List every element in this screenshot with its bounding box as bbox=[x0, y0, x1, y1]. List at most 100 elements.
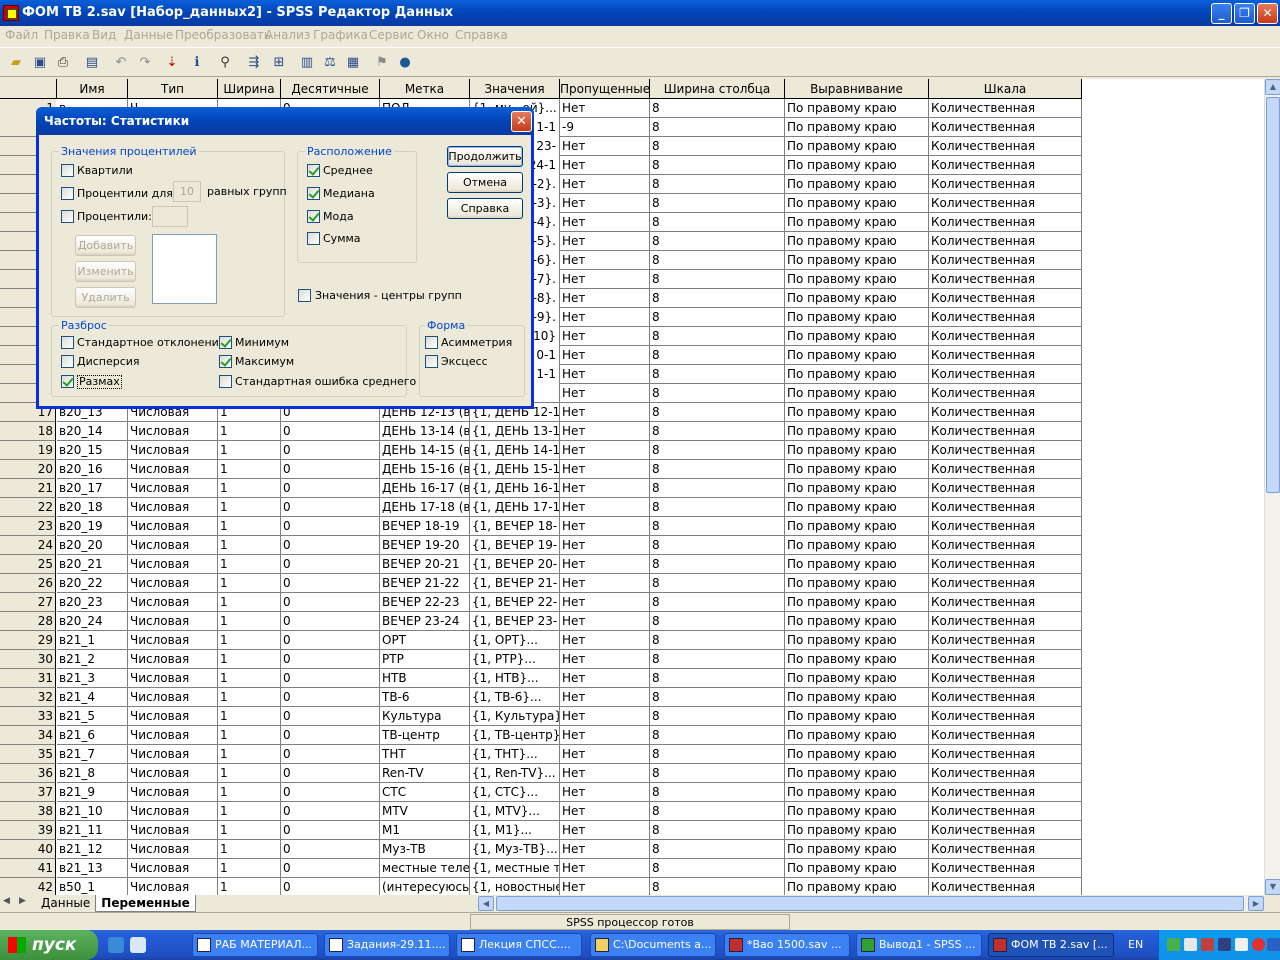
cell-dec[interactable]: 0 bbox=[281, 688, 380, 707]
cell-values[interactable]: {1, Ren-TV}... bbox=[470, 764, 560, 783]
percentile-value-input[interactable] bbox=[152, 206, 188, 227]
cell-missing[interactable]: Нет bbox=[560, 726, 650, 745]
header-measure[interactable]: Шкала bbox=[929, 79, 1082, 99]
cell-width[interactable]: 1 bbox=[218, 821, 281, 840]
row-number[interactable]: 38 bbox=[0, 802, 56, 821]
cell-align[interactable]: По правому краю bbox=[785, 403, 929, 422]
cell-scale[interactable]: Количественная bbox=[929, 175, 1082, 194]
cell-align[interactable]: По правому краю bbox=[785, 308, 929, 327]
cell-dec[interactable]: 0 bbox=[281, 422, 380, 441]
cell-scale[interactable]: Количественная bbox=[929, 232, 1082, 251]
cell-label[interactable]: СТС bbox=[380, 783, 470, 802]
range-checkbox[interactable] bbox=[61, 375, 74, 388]
cell-missing[interactable]: Нет bbox=[560, 308, 650, 327]
cell-scale[interactable]: Количественная bbox=[929, 878, 1082, 895]
std-deviation-checkbox[interactable] bbox=[61, 336, 74, 349]
cell-align[interactable]: По правому краю bbox=[785, 118, 929, 137]
cell-align[interactable]: По правому краю bbox=[785, 99, 929, 118]
cell-colw[interactable]: 8 bbox=[650, 612, 785, 631]
cell-dec[interactable]: 0 bbox=[281, 479, 380, 498]
row-number[interactable]: 28 bbox=[0, 612, 56, 631]
tray-network-icon[interactable] bbox=[1184, 938, 1197, 951]
cell-dec[interactable]: 0 bbox=[281, 726, 380, 745]
header-column-width[interactable]: Ширина столбца bbox=[650, 79, 785, 99]
cell-colw[interactable]: 8 bbox=[650, 878, 785, 895]
cell-width[interactable]: 1 bbox=[218, 631, 281, 650]
cell-align[interactable]: По правому краю bbox=[785, 650, 929, 669]
find-icon[interactable]: ⚲ bbox=[216, 54, 234, 71]
sum-checkbox[interactable] bbox=[307, 232, 320, 245]
cell-colw[interactable]: 8 bbox=[650, 213, 785, 232]
cell-colw[interactable]: 8 bbox=[650, 194, 785, 213]
cell-scale[interactable]: Количественная bbox=[929, 460, 1082, 479]
scroll-left-icon[interactable]: ◀ bbox=[478, 896, 494, 911]
cell-width[interactable]: 1 bbox=[218, 555, 281, 574]
cell-values[interactable]: {1, РТР}... bbox=[470, 650, 560, 669]
cell-scale[interactable]: Количественная bbox=[929, 783, 1082, 802]
maximize-button[interactable]: ❐ bbox=[1234, 3, 1255, 24]
cell-values[interactable]: {1, СТС}... bbox=[470, 783, 560, 802]
cell-scale[interactable]: Количественная bbox=[929, 194, 1082, 213]
cell-colw[interactable]: 8 bbox=[650, 441, 785, 460]
cell-missing[interactable]: Нет bbox=[560, 346, 650, 365]
cell-align[interactable]: По правому краю bbox=[785, 726, 929, 745]
row-number[interactable]: 37 bbox=[0, 783, 56, 802]
menu-data[interactable]: Данные bbox=[124, 28, 173, 42]
cell-dec[interactable]: 0 bbox=[281, 612, 380, 631]
tray-volume-icon[interactable] bbox=[1201, 938, 1214, 951]
tray-app-icon[interactable] bbox=[1167, 938, 1180, 951]
horizontal-scroll-thumb[interactable] bbox=[496, 896, 1244, 911]
cell-width[interactable]: 1 bbox=[218, 441, 281, 460]
cell-label[interactable]: ВЕЧЕР 18-19 bbox=[380, 517, 470, 536]
cell-values[interactable]: {1, новостные bbox=[470, 878, 560, 895]
cell-align[interactable]: По правому краю bbox=[785, 536, 929, 555]
row-number[interactable]: 30 bbox=[0, 650, 56, 669]
cell-align[interactable]: По правому краю bbox=[785, 251, 929, 270]
cell-values[interactable]: {1, ДЕНЬ 13-1 bbox=[470, 422, 560, 441]
insert-cases-icon[interactable]: ⇶ bbox=[245, 54, 263, 71]
median-label[interactable]: Медиана bbox=[323, 187, 375, 200]
cell-label[interactable]: ДЕНЬ 14-15 (в bbox=[380, 441, 470, 460]
cell-colw[interactable]: 8 bbox=[650, 460, 785, 479]
cell-type[interactable]: Числовая bbox=[128, 517, 218, 536]
cell-align[interactable]: По правому краю bbox=[785, 574, 929, 593]
cell-missing[interactable]: Нет bbox=[560, 460, 650, 479]
cell-scale[interactable]: Количественная bbox=[929, 346, 1082, 365]
cell-scale[interactable]: Количественная bbox=[929, 308, 1082, 327]
cell-scale[interactable]: Количественная bbox=[929, 859, 1082, 878]
cell-values[interactable]: {1, ВЕЧЕР 23- bbox=[470, 612, 560, 631]
cell-missing[interactable]: Нет bbox=[560, 536, 650, 555]
cell-type[interactable]: Числовая bbox=[128, 783, 218, 802]
cell-dec[interactable]: 0 bbox=[281, 878, 380, 895]
cell-align[interactable]: По правому краю bbox=[785, 764, 929, 783]
split-file-icon[interactable]: ▥ bbox=[298, 54, 316, 71]
cell-scale[interactable]: Количественная bbox=[929, 536, 1082, 555]
row-number[interactable]: 35 bbox=[0, 745, 56, 764]
cell-values[interactable]: {1, местные те bbox=[470, 859, 560, 878]
cell-type[interactable]: Числовая bbox=[128, 650, 218, 669]
cell-label[interactable]: РТР bbox=[380, 650, 470, 669]
cell-name[interactable]: в50_1 bbox=[57, 878, 128, 895]
maximum-checkbox[interactable] bbox=[219, 355, 232, 368]
cell-scale[interactable]: Количественная bbox=[929, 99, 1082, 118]
ie-icon[interactable] bbox=[108, 937, 124, 953]
change-percentile-button[interactable]: Изменить bbox=[75, 261, 136, 282]
close-button[interactable]: ✕ bbox=[1257, 3, 1278, 24]
horizontal-scrollbar[interactable]: ◀ ▶ bbox=[478, 896, 1264, 911]
cell-scale[interactable]: Количественная bbox=[929, 156, 1082, 175]
cell-values[interactable]: {1, ВЕЧЕР 18- bbox=[470, 517, 560, 536]
save-icon[interactable]: ▣ bbox=[31, 54, 49, 71]
cell-colw[interactable]: 8 bbox=[650, 175, 785, 194]
cell-scale[interactable]: Количественная bbox=[929, 327, 1082, 346]
cell-scale[interactable]: Количественная bbox=[929, 669, 1082, 688]
cell-align[interactable]: По правому краю bbox=[785, 669, 929, 688]
dialog-close-icon[interactable]: ✕ bbox=[511, 111, 532, 132]
cell-name[interactable]: в20_20 bbox=[57, 536, 128, 555]
cell-label[interactable]: Муз-ТВ bbox=[380, 840, 470, 859]
cell-type[interactable]: Числовая bbox=[128, 840, 218, 859]
task-explorer-documents[interactable]: C:\Documents a... bbox=[590, 933, 716, 957]
cell-name[interactable]: в20_18 bbox=[57, 498, 128, 517]
cell-missing[interactable]: Нет bbox=[560, 802, 650, 821]
cell-type[interactable]: Числовая bbox=[128, 745, 218, 764]
mode-checkbox[interactable] bbox=[307, 210, 320, 223]
